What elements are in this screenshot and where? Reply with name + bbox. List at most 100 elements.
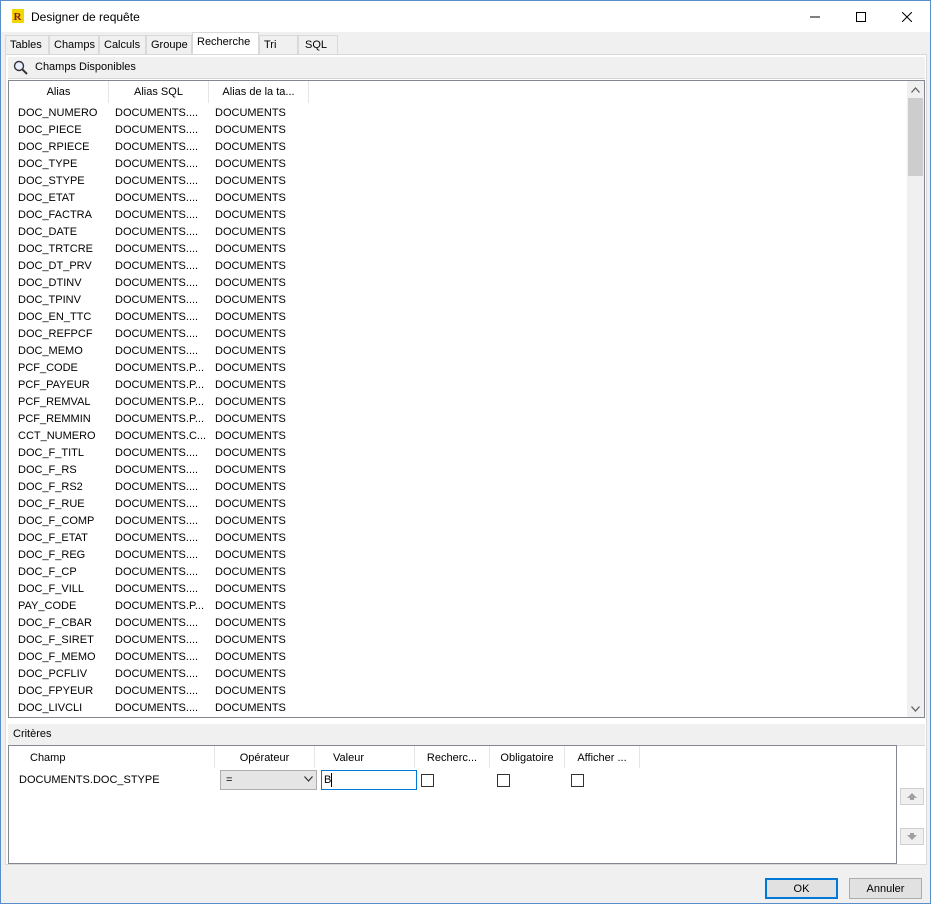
alias-sql-cell: DOCUMENTS.... <box>115 583 199 595</box>
recherche-checkbox[interactable] <box>421 774 434 787</box>
list-item[interactable]: DOC_F_RUE DOCUMENTS.... DOCUMENTS <box>9 496 907 513</box>
app-icon: R <box>12 9 24 23</box>
ok-button[interactable]: OK <box>765 878 838 899</box>
tab-tri[interactable]: Tri <box>259 35 298 54</box>
operator-select[interactable]: = <box>220 770 317 790</box>
obligatoire-checkbox[interactable] <box>497 774 510 787</box>
table-alias-cell: DOCUMENTS <box>215 651 286 663</box>
list-item[interactable]: DOC_F_VILL DOCUMENTS.... DOCUMENTS <box>9 581 907 598</box>
table-alias-cell: DOCUMENTS <box>215 617 286 629</box>
list-item[interactable]: PCF_CODE DOCUMENTS.P... DOCUMENTS <box>9 360 907 377</box>
tab-recherche[interactable]: Recherche <box>192 32 259 55</box>
alias-sql-cell: DOCUMENTS.... <box>115 617 199 629</box>
alias-cell: DOC_TRTCRE <box>18 243 93 255</box>
list-item[interactable]: DOC_STYPE DOCUMENTS.... DOCUMENTS <box>9 173 907 190</box>
value-input[interactable]: B <box>321 770 417 790</box>
list-item[interactable]: DOC_MEMO DOCUMENTS.... DOCUMENTS <box>9 343 907 360</box>
list-item[interactable]: DOC_F_RS DOCUMENTS.... DOCUMENTS <box>9 462 907 479</box>
tab-groupe[interactable]: Groupe <box>146 35 192 54</box>
alias-cell: DOC_F_REG <box>18 549 86 561</box>
alias-cell: PCF_REMVAL <box>18 396 91 408</box>
list-item[interactable]: DOC_REFPCF DOCUMENTS.... DOCUMENTS <box>9 326 907 343</box>
list-item[interactable]: DOC_FPYEUR DOCUMENTS.... DOCUMENTS <box>9 683 907 700</box>
minimize-button[interactable] <box>792 1 838 32</box>
list-item[interactable]: DOC_F_RS2 DOCUMENTS.... DOCUMENTS <box>9 479 907 496</box>
list-item[interactable]: DOC_F_ETAT DOCUMENTS.... DOCUMENTS <box>9 530 907 547</box>
column-header-label: Afficher ... <box>577 752 627 764</box>
table-alias-cell: DOCUMENTS <box>215 345 286 357</box>
list-item[interactable]: DOC_PIECE DOCUMENTS.... DOCUMENTS <box>9 122 907 139</box>
tab-champs[interactable]: Champs <box>49 35 99 54</box>
afficher-checkbox[interactable] <box>571 774 584 787</box>
criteria-col-recherche[interactable]: Recherc... <box>415 746 490 768</box>
list-item[interactable]: DOC_DT_PRV DOCUMENTS.... DOCUMENTS <box>9 258 907 275</box>
criteria-grid[interactable]: Champ Opérateur Valeur Recherc... Obliga… <box>8 745 897 864</box>
list-item[interactable]: DOC_EN_TTC DOCUMENTS.... DOCUMENTS <box>9 309 907 326</box>
cancel-button-label: Annuler <box>866 883 905 895</box>
scroll-down-button[interactable] <box>907 700 924 717</box>
list-item[interactable]: CCT_NUMERO DOCUMENTS.C... DOCUMENTS <box>9 428 907 445</box>
alias-sql-cell: DOCUMENTS.... <box>115 634 199 646</box>
criteria-title: Critères <box>13 728 52 740</box>
column-header-alias[interactable]: Alias <box>9 81 109 103</box>
alias-sql-cell: DOCUMENTS.... <box>115 277 199 289</box>
list-item[interactable]: DOC_DTINV DOCUMENTS.... DOCUMENTS <box>9 275 907 292</box>
cancel-button[interactable]: Annuler <box>849 878 922 899</box>
tab-sql[interactable]: SQL <box>298 35 338 54</box>
criteria-col-operateur[interactable]: Opérateur <box>215 746 315 768</box>
list-item[interactable]: PCF_REMMIN DOCUMENTS.P... DOCUMENTS <box>9 411 907 428</box>
list-item[interactable]: DOC_FACTRA DOCUMENTS.... DOCUMENTS <box>9 207 907 224</box>
list-item[interactable]: DOC_LIVCLI DOCUMENTS.... DOCUMENTS <box>9 700 907 717</box>
list-item[interactable]: DOC_NUMERO DOCUMENTS.... DOCUMENTS <box>9 105 907 122</box>
tab-label: Recherche <box>197 36 251 48</box>
alias-cell: DOC_F_RS <box>18 464 77 476</box>
list-item[interactable]: PCF_REMVAL DOCUMENTS.P... DOCUMENTS <box>9 394 907 411</box>
tab-label: Tri <box>264 39 277 51</box>
list-item[interactable]: DOC_F_TITL DOCUMENTS.... DOCUMENTS <box>9 445 907 462</box>
move-up-button[interactable] <box>900 788 924 805</box>
criteria-col-obligatoire[interactable]: Obligatoire <box>490 746 565 768</box>
list-item[interactable]: PCF_PAYEUR DOCUMENTS.P... DOCUMENTS <box>9 377 907 394</box>
list-item[interactable]: DOC_F_COMP DOCUMENTS.... DOCUMENTS <box>9 513 907 530</box>
move-down-icon <box>907 833 917 840</box>
list-item[interactable]: PAY_CODE DOCUMENTS.P... DOCUMENTS <box>9 598 907 615</box>
list-item[interactable]: DOC_DATE DOCUMENTS.... DOCUMENTS <box>9 224 907 241</box>
alias-cell: DOC_F_SIRET <box>18 634 94 646</box>
alias-cell: PAY_CODE <box>18 600 77 612</box>
scroll-up-button[interactable] <box>907 81 924 98</box>
alias-sql-cell: DOCUMENTS.... <box>115 209 199 221</box>
criteria-col-champ[interactable]: Champ <box>9 746 215 768</box>
list-item[interactable]: DOC_TRTCRE DOCUMENTS.... DOCUMENTS <box>9 241 907 258</box>
list-item[interactable]: DOC_TYPE DOCUMENTS.... DOCUMENTS <box>9 156 907 173</box>
tab-label: Calculs <box>104 39 141 51</box>
column-header-alias-sql[interactable]: Alias SQL <box>109 81 209 103</box>
alias-cell: DOC_FACTRA <box>18 209 92 221</box>
table-alias-cell: DOCUMENTS <box>215 464 286 476</box>
available-fields-list[interactable]: Alias Alias SQL Alias de la ta... DOC_NU… <box>8 80 925 718</box>
list-item[interactable]: DOC_TPINV DOCUMENTS.... DOCUMENTS <box>9 292 907 309</box>
move-down-button[interactable] <box>900 828 924 845</box>
scrollbar-thumb[interactable] <box>908 98 923 176</box>
criteria-champ-value: DOCUMENTS.DOC_STYPE <box>19 774 160 786</box>
list-item[interactable]: DOC_F_CP DOCUMENTS.... DOCUMENTS <box>9 564 907 581</box>
vertical-scrollbar[interactable] <box>907 81 924 717</box>
list-item[interactable]: DOC_F_REG DOCUMENTS.... DOCUMENTS <box>9 547 907 564</box>
title-bar[interactable]: R Designer de requête <box>1 1 930 32</box>
close-button[interactable] <box>884 1 930 32</box>
column-header-alias-table[interactable]: Alias de la ta... <box>209 81 309 103</box>
text-caret <box>331 773 332 787</box>
list-item[interactable]: DOC_F_SIRET DOCUMENTS.... DOCUMENTS <box>9 632 907 649</box>
tab-tables[interactable]: Tables <box>5 35 49 54</box>
list-item[interactable]: DOC_F_MEMO DOCUMENTS.... DOCUMENTS <box>9 649 907 666</box>
tab-calculs[interactable]: Calculs <box>99 35 146 54</box>
criteria-col-afficher[interactable]: Afficher ... <box>565 746 640 768</box>
list-item[interactable]: DOC_RPIECE DOCUMENTS.... DOCUMENTS <box>9 139 907 156</box>
list-item[interactable]: DOC_ETAT DOCUMENTS.... DOCUMENTS <box>9 190 907 207</box>
alias-cell: DOC_F_COMP <box>18 515 95 527</box>
alias-sql-cell: DOCUMENTS.P... <box>115 379 205 391</box>
alias-cell: CCT_NUMERO <box>18 430 96 442</box>
maximize-button[interactable] <box>838 1 884 32</box>
criteria-col-valeur[interactable]: Valeur <box>315 746 415 768</box>
list-item[interactable]: DOC_F_CBAR DOCUMENTS.... DOCUMENTS <box>9 615 907 632</box>
list-item[interactable]: DOC_PCFLIV DOCUMENTS.... DOCUMENTS <box>9 666 907 683</box>
